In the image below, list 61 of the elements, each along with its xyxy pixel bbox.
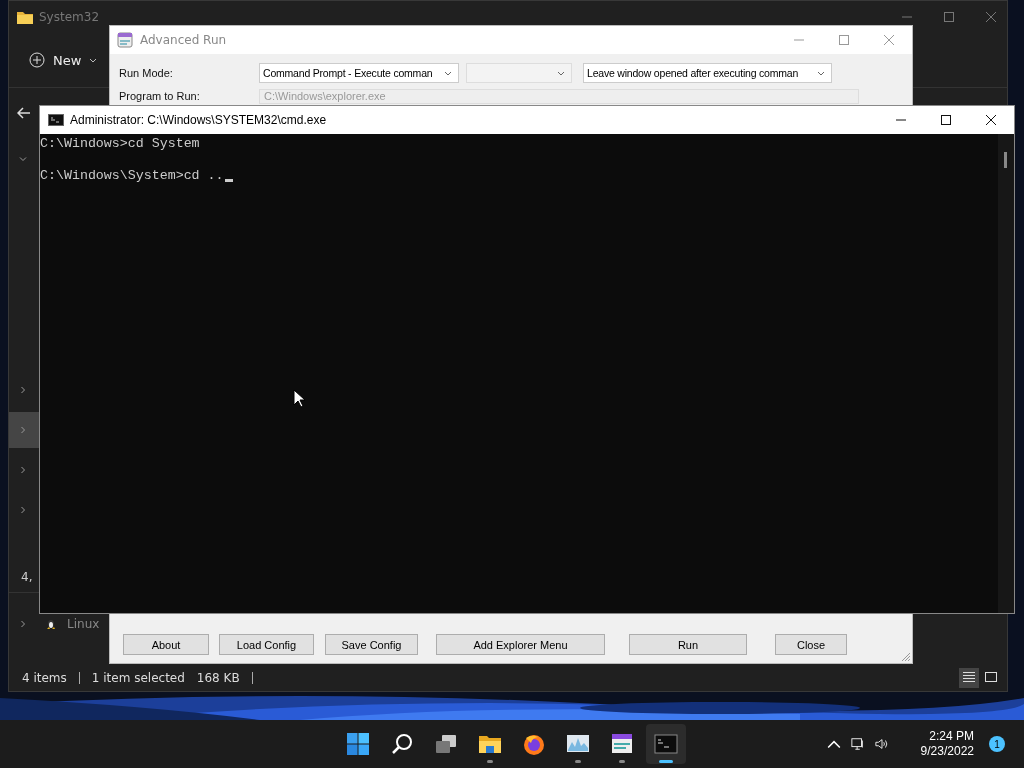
tiles-icon <box>346 732 370 756</box>
running-indicator <box>659 760 673 763</box>
dialog-button[interactable]: About <box>123 634 209 655</box>
console-line: C:\Windows\System>cd .. <box>40 168 224 184</box>
file-size: 168 KB <box>196 671 240 685</box>
maximize-icon[interactable] <box>941 115 951 125</box>
running-indicator <box>575 760 581 763</box>
window-title: Advanced Run <box>140 33 227 47</box>
chevron-icon <box>19 386 27 394</box>
notification-badge[interactable]: 1 <box>989 736 1005 752</box>
app-icon <box>117 32 133 48</box>
dialog-button[interactable]: Run <box>629 634 747 655</box>
preview-view-icon <box>984 671 998 683</box>
volume-icon[interactable] <box>874 737 889 751</box>
program-label: Program to Run: <box>119 90 201 102</box>
caret-icon <box>444 70 452 76</box>
clock[interactable]: 2:24 PM 9/23/2022 <box>920 729 974 759</box>
folder-icon <box>17 10 33 24</box>
chevron-icon <box>19 155 27 163</box>
scrollbar[interactable] <box>998 134 1014 613</box>
caret-icon <box>89 57 98 63</box>
chevron-icon <box>19 466 27 474</box>
dialog-button[interactable]: Close <box>775 634 847 655</box>
terminal-icon <box>48 114 64 126</box>
chevron-icon <box>19 426 27 434</box>
plus-icon <box>29 52 45 68</box>
new-button[interactable]: New <box>29 48 98 72</box>
running-indicator <box>487 760 493 763</box>
network-icon[interactable] <box>850 737 865 751</box>
caret-icon <box>557 70 565 76</box>
dialog-button[interactable]: Save Config <box>325 634 418 655</box>
dropdown[interactable]: Leave window opened after executing comman <box>583 63 832 83</box>
penguin-icon <box>45 618 57 630</box>
resize-grip-icon[interactable] <box>901 652 911 662</box>
dropdown[interactable]: Command Prompt - Execute comman <box>259 63 459 83</box>
chevron-icon <box>19 506 27 514</box>
console-line: C:\Windows>cd System <box>40 136 200 152</box>
nav-row[interactable]: Linux <box>9 616 100 632</box>
search-icon <box>390 732 414 756</box>
mouse-pointer-icon <box>293 389 305 408</box>
chevron-icon <box>19 620 27 628</box>
back-arrow-icon[interactable] <box>17 107 31 119</box>
selection-status: 1 item selected <box>91 671 185 685</box>
dialog-button[interactable]: Add Explorer Menu <box>436 634 605 655</box>
window-title: System32 <box>39 10 100 24</box>
caret-icon <box>817 70 825 76</box>
size-text: 4, <box>21 570 33 584</box>
run-mode-label: Run Mode: <box>119 67 174 79</box>
window-title: Administrator: C:\Windows\SYSTEM32\cmd.exe <box>70 113 327 127</box>
running-indicator <box>619 760 625 763</box>
item-count: 4 items <box>22 671 67 685</box>
details-view-button[interactable] <box>959 668 979 688</box>
close-icon[interactable] <box>986 115 996 125</box>
terminal-icon <box>654 732 678 756</box>
stacked-windows-icon <box>434 732 458 756</box>
text-cursor <box>224 179 233 182</box>
cmd-taskbar-button[interactable] <box>646 724 686 764</box>
browser-icon <box>522 732 546 756</box>
app-window-icon <box>610 732 634 756</box>
dialog-button[interactable]: Load Config <box>219 634 314 655</box>
list-view-icon <box>962 671 976 683</box>
